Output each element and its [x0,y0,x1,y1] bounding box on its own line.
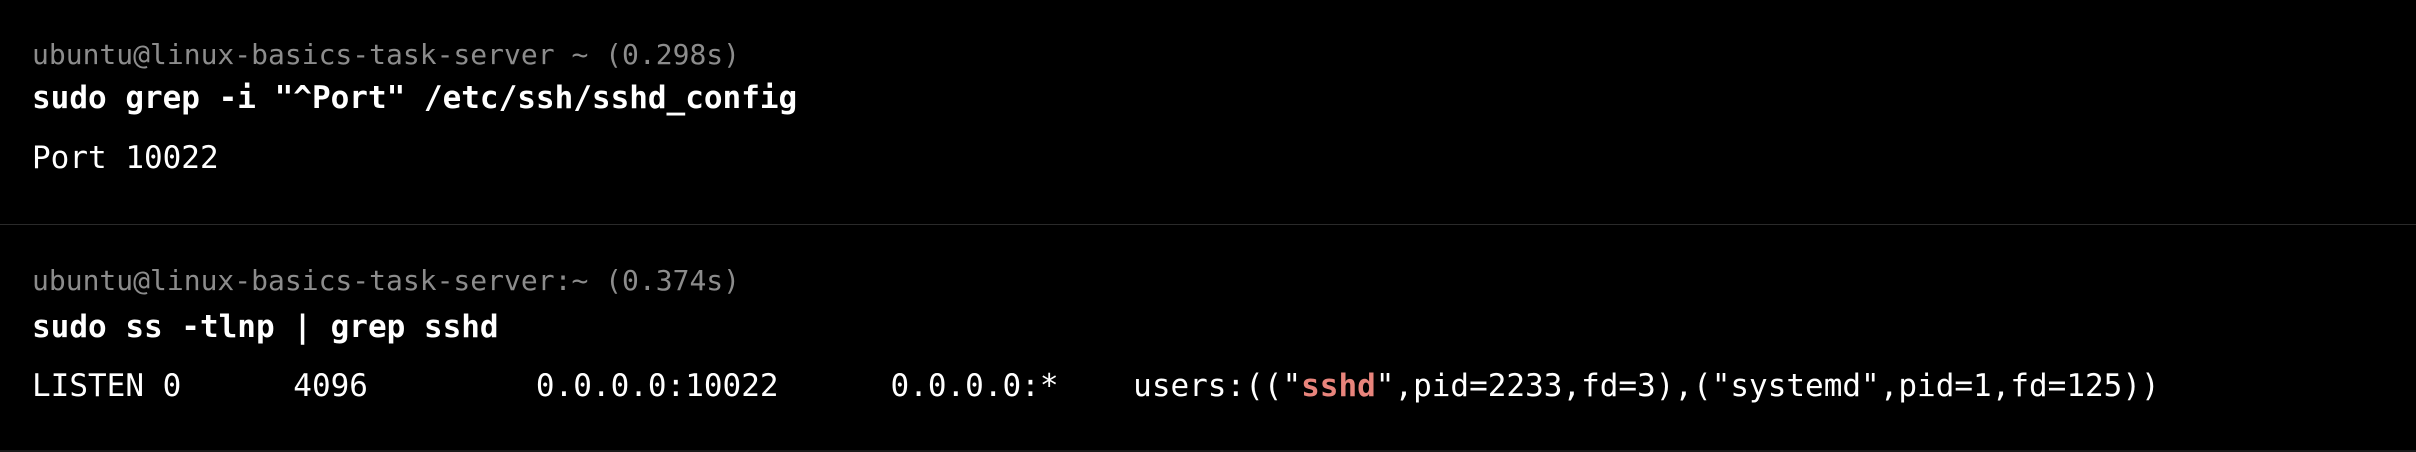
output-text-before: LISTEN 0 4096 0.0.0.0:10022 0.0.0.0:* us… [32,368,1302,404]
command-output: LISTEN 0 4096 0.0.0.0:10022 0.0.0.0:* us… [32,371,2160,402]
command-text: sudo ss -tlnp | grep sshd [32,309,499,345]
output-highlight: sshd [1301,368,1376,404]
prompt-line: ubuntu@linux-basics-task-server:~ (0.374… [32,264,741,297]
command-block-1[interactable]: ubuntu@linux-basics-task-server ~ (0.298… [0,0,2416,224]
command-output: Port 10022 [32,140,219,176]
command-text: sudo grep -i "^Port" /etc/ssh/sshd_confi… [32,80,798,116]
command-block-2[interactable]: ubuntu@linux-basics-task-server:~ (0.374… [0,225,2416,452]
prompt-line: ubuntu@linux-basics-task-server ~ (0.298… [32,38,741,71]
output-text-after: ",pid=2233,fd=3),("systemd",pid=1,fd=125… [1375,368,2160,404]
